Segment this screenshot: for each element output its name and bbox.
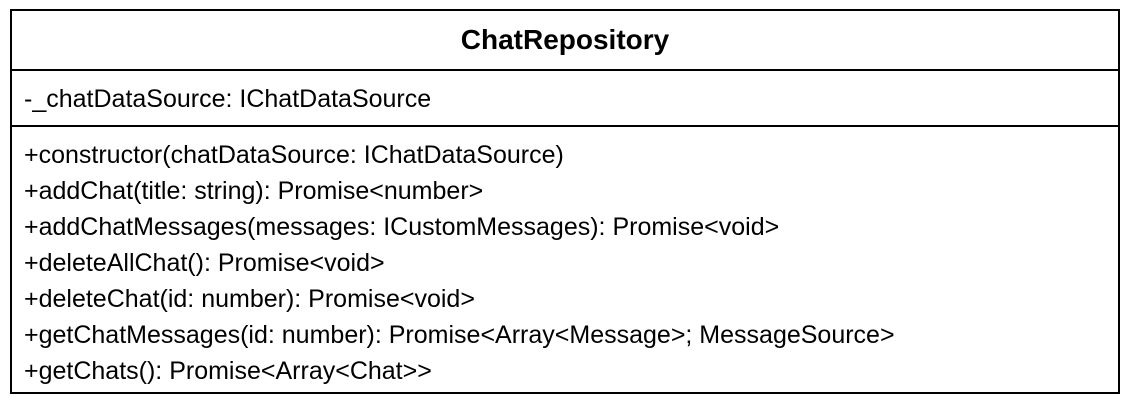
attribute-chat-data-source: -_chatDataSource: IChatDataSource bbox=[24, 85, 432, 113]
method-delete-chat: +deleteChat(id: number): Promise<void> bbox=[24, 285, 475, 313]
method-add-chat-messages: +addChatMessages(messages: ICustomMessag… bbox=[24, 213, 780, 241]
uml-class-box[interactable]: ChatRepository -_chatDataSource: IChatDa… bbox=[10, 9, 1120, 394]
method-get-chats: +getChats(): Promise<Array<Chat>> bbox=[24, 357, 432, 385]
method-get-chat-messages: +getChatMessages(id: number): Promise<Ar… bbox=[24, 321, 895, 349]
class-name: ChatRepository bbox=[12, 11, 1118, 71]
method-add-chat: +addChat(title: string): Promise<number> bbox=[24, 177, 484, 205]
attributes-compartment: -_chatDataSource: IChatDataSource bbox=[12, 71, 1118, 127]
method-constructor: +constructor(chatDataSource: IChatDataSo… bbox=[24, 141, 564, 169]
method-delete-all-chat: +deleteAllChat(): Promise<void> bbox=[24, 249, 385, 277]
methods-compartment: +constructor(chatDataSource: IChatDataSo… bbox=[12, 127, 1118, 392]
